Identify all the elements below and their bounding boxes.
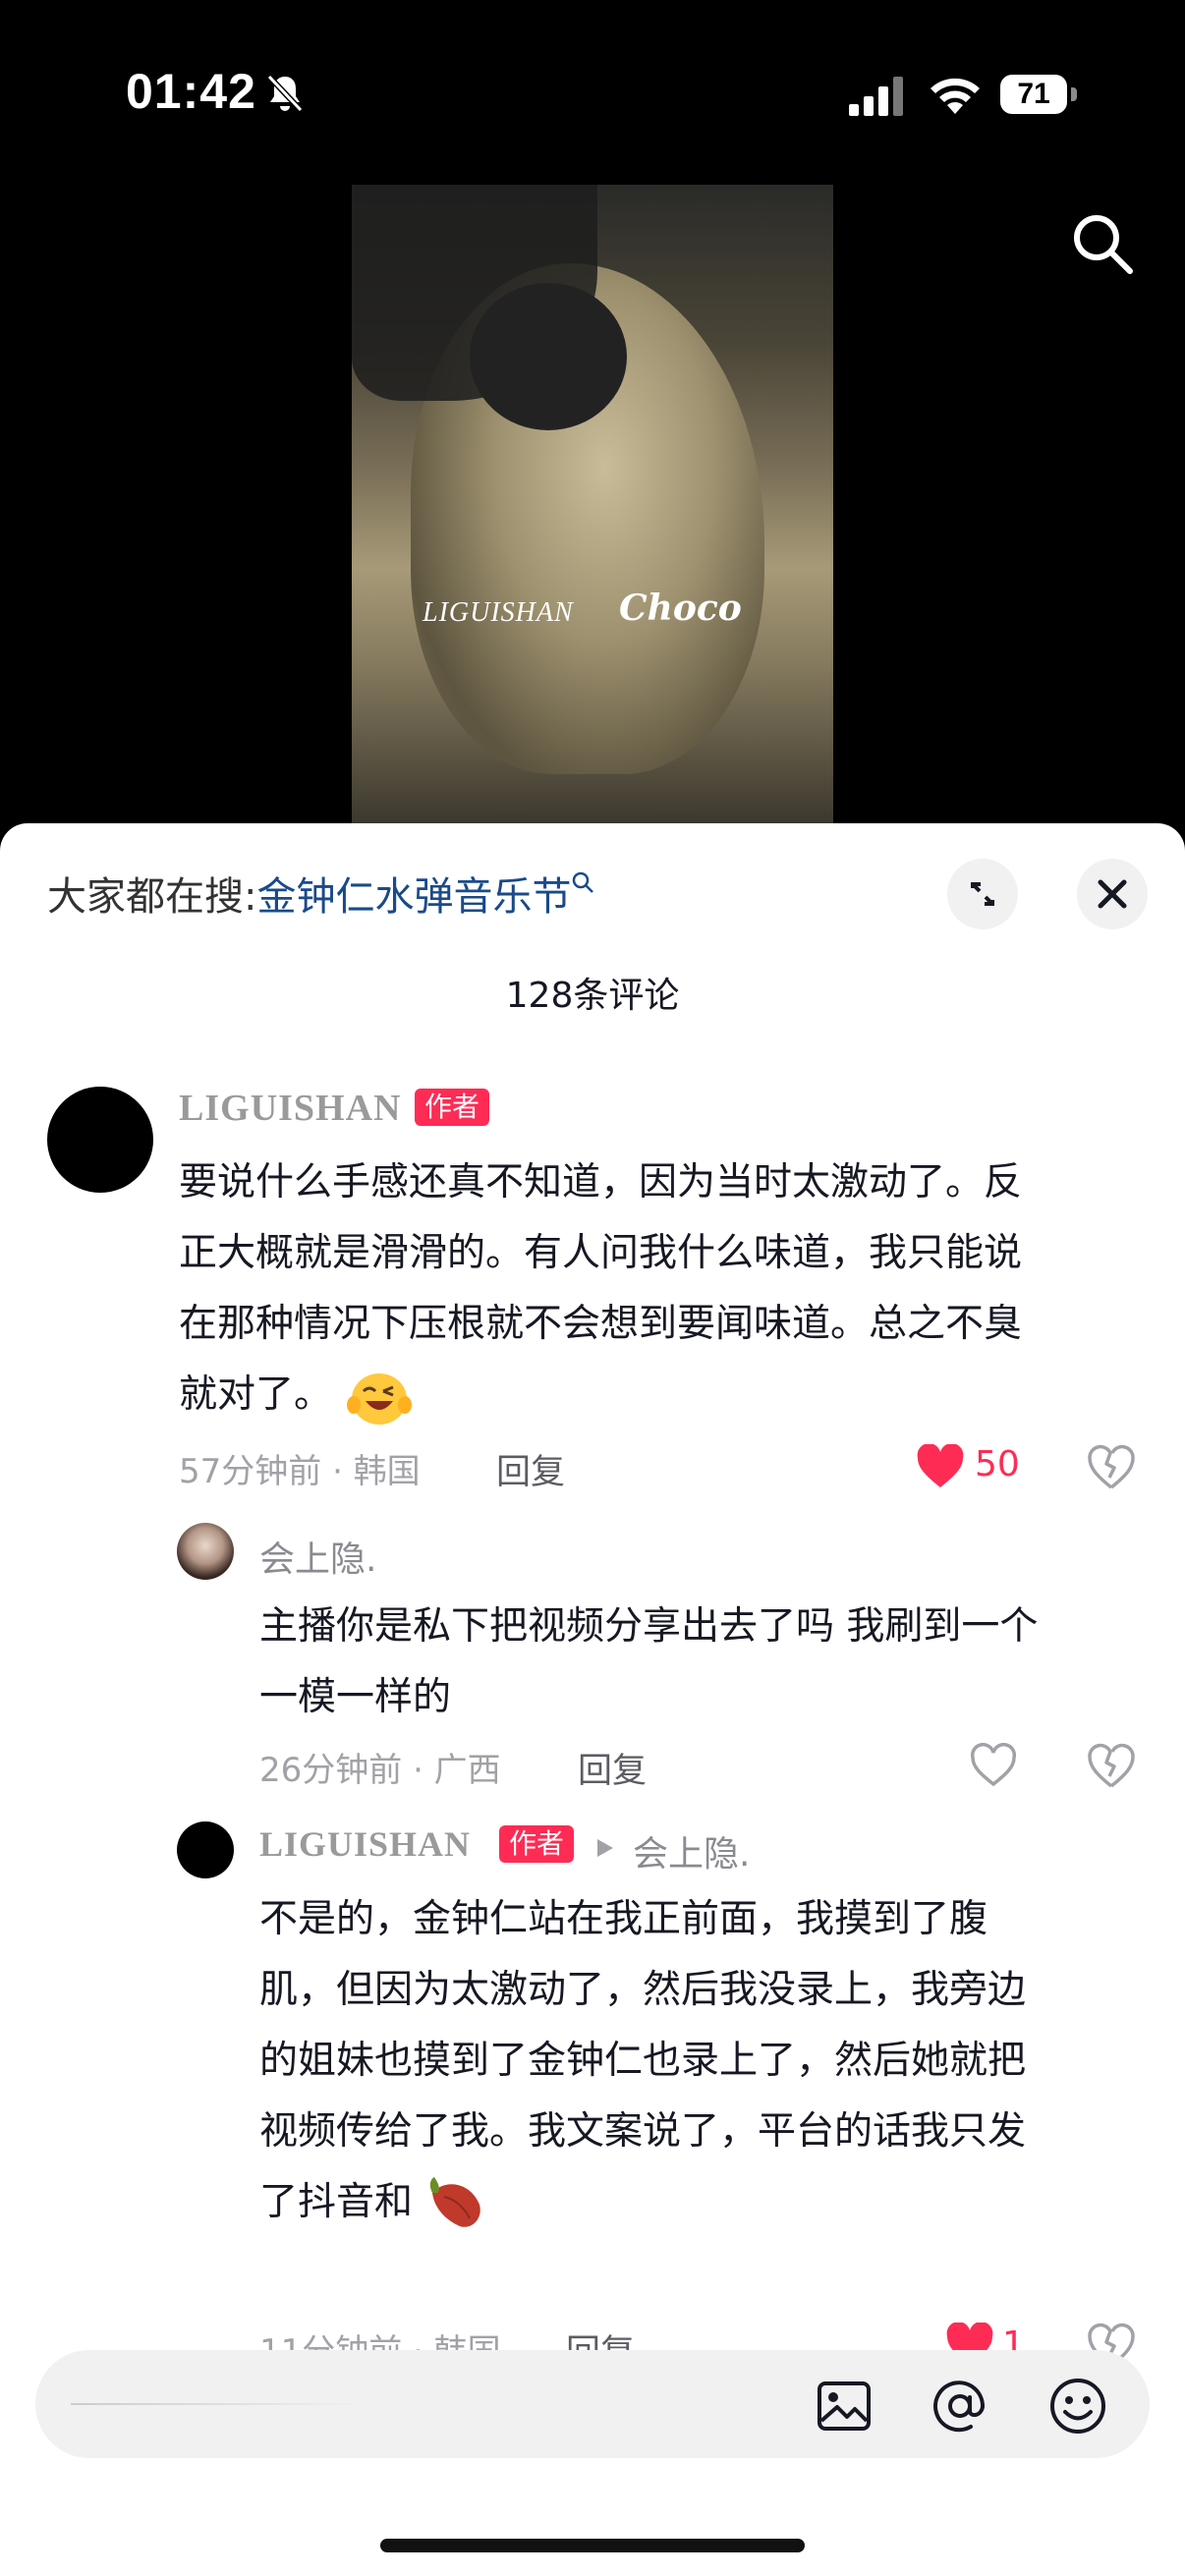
- laughing-emoji-icon: [347, 1372, 413, 1425]
- comment-count: 128条评论: [505, 976, 680, 1016]
- reply-to-username[interactable]: 会上隐.: [633, 1825, 750, 1876]
- sweet-potato-icon: [430, 2176, 481, 2227]
- reply-button[interactable]: 回复: [578, 1743, 647, 1793]
- trending-search[interactable]: 大家都在搜:金钟仁水弹音乐节: [47, 865, 594, 922]
- comment-line: 肌，但因为太激动了，然后我没录上，我旁边: [259, 1968, 1027, 2012]
- search-icon[interactable]: [1065, 206, 1140, 281]
- broken-heart-icon[interactable]: [1087, 1444, 1136, 1491]
- trending-label: 大家都在搜:: [47, 874, 257, 920]
- comment-username[interactable]: LIGUISHAN: [259, 1823, 471, 1865]
- home-indicator[interactable]: [380, 2539, 805, 2552]
- watermark-left: LIGUISHAN: [423, 597, 574, 628]
- comment-username[interactable]: 会上隐.: [259, 1531, 376, 1582]
- image-icon[interactable]: [814, 2376, 875, 2436]
- broken-heart-icon[interactable]: [1087, 1743, 1136, 1790]
- comment-username[interactable]: LIGUISHAN: [179, 1087, 402, 1130]
- reply-button[interactable]: 回复: [496, 1444, 565, 1494]
- expand-button[interactable]: [947, 859, 1018, 929]
- comment-meta: 57分钟前 · 韩国: [179, 1452, 421, 1491]
- comment-text: 要说什么手感还真不知道，因为当时太激动了。反 正大概就是滑滑的。有人问我什么味道…: [179, 1148, 1142, 1430]
- battery-icon: 71: [1000, 75, 1079, 114]
- heart-icon[interactable]: [916, 1444, 965, 1489]
- trending-keyword[interactable]: 金钟仁水弹音乐节: [256, 874, 571, 920]
- comment-line: 的姐妹也摸到了金钟仁也录上了，然后她就把: [259, 2039, 1027, 2083]
- comment-line: 不是的，金钟仁站在我正前面，我摸到了腹: [259, 1897, 988, 1941]
- close-button[interactable]: [1077, 859, 1148, 929]
- comment-meta: 26分钟前 · 广西: [259, 1751, 501, 1790]
- comment-line: 在那种情况下压根就不会想到要闻味道。总之不臭: [179, 1302, 1023, 1346]
- comment-line: 视频传给了我。我文案说了，平台的话我只发: [259, 2109, 1027, 2154]
- watermark-right: Choco: [619, 588, 742, 629]
- battery-level: 71: [1000, 75, 1067, 114]
- author-badge: 作者: [499, 1825, 575, 1863]
- comment-text: 主播你是私下把视频分享出去了吗 我刷到一个 一模一样的: [259, 1592, 1144, 1733]
- search-small-icon: [573, 871, 594, 893]
- comment-line: 主播你是私下把视频分享出去了吗 我刷到一个: [259, 1604, 1039, 1649]
- comment-line: 一模一样的: [259, 1675, 452, 1719]
- signal-icon: [849, 77, 903, 116]
- bell-slash-icon: [266, 74, 304, 113]
- wifi-icon: [931, 78, 980, 114]
- comment-text: 不是的，金钟仁站在我正前面，我摸到了腹 肌，但因为太激动了，然后我没录上，我旁边…: [259, 1884, 1144, 2238]
- comment-line: 要说什么手感还真不知道，因为当时太激动了。反: [179, 1160, 1023, 1204]
- comment-line: 就对了。: [179, 1372, 333, 1417]
- comment-line: 了抖音和: [259, 2180, 414, 2224]
- status-time: 01:42: [126, 64, 256, 119]
- avatar[interactable]: [177, 1523, 234, 1580]
- avatar[interactable]: [47, 1087, 153, 1193]
- comment-sheet: 大家都在搜:金钟仁水弹音乐节 128条评论 LIGUISHAN 作者 要说什么手…: [0, 823, 1185, 2576]
- expand-icon: [971, 882, 994, 906]
- status-bar: 01:42 71: [0, 0, 1185, 187]
- close-icon: [1098, 879, 1127, 909]
- emoji-icon[interactable]: [1047, 2376, 1108, 2436]
- like-count: 50: [975, 1444, 1020, 1484]
- comment-input[interactable]: [35, 2350, 1150, 2458]
- comment-line: 正大概就是滑滑的。有人问我什么味道，我只能说: [179, 1231, 1023, 1275]
- at-icon[interactable]: [930, 2376, 990, 2436]
- heart-outline-icon[interactable]: [969, 1743, 1018, 1788]
- avatar[interactable]: [177, 1821, 234, 1878]
- reply-arrow-icon: [597, 1839, 613, 1857]
- video-player[interactable]: LIGUISHAN Choco: [352, 185, 833, 823]
- author-badge: 作者: [415, 1089, 490, 1126]
